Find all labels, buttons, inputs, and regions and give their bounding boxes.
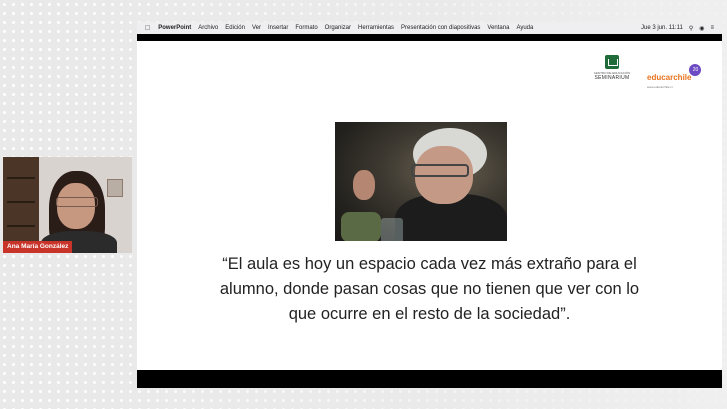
apple-icon[interactable]:  <box>145 25 150 32</box>
mac-menubar:  PowerPoint Archivo Edición Ver Inserta… <box>137 22 722 34</box>
presentation-slide: CENTRO DE EDUCACIÓN SEMINARIUM educarchi… <box>137 41 722 370</box>
slide-quote: “El aula es hoy un espacio cada vez más … <box>167 252 692 327</box>
menu-presentacion[interactable]: Presentación con diapositivas <box>401 25 480 31</box>
menu-ver[interactable]: Ver <box>252 25 261 31</box>
slide-bottom-bar <box>137 370 722 388</box>
shelf-board <box>7 177 35 179</box>
menu-organizar[interactable]: Organizar <box>325 25 351 31</box>
menu-ventana[interactable]: Ventana <box>487 25 509 31</box>
shelf-board <box>7 201 35 203</box>
slide-top-bar <box>137 34 722 41</box>
menu-ayuda[interactable]: Ayuda <box>516 25 533 31</box>
seminarium-logo-icon <box>605 55 619 69</box>
participant-video[interactable] <box>3 157 132 253</box>
participant-glasses <box>56 197 98 207</box>
photo-sleeve <box>341 212 381 241</box>
participant-name-label: Ana María González <box>3 241 73 253</box>
search-icon[interactable]: ⚲ <box>689 25 693 32</box>
menubar-datetime[interactable]: Jue 3 jun. 11:11 <box>641 25 683 31</box>
control-center-icon[interactable]: ≡ <box>710 25 714 31</box>
seminarium-logo: CENTRO DE EDUCACIÓN SEMINARIUM <box>589 55 635 81</box>
menu-herramientas[interactable]: Herramientas <box>358 25 394 31</box>
quote-line-3: que ocurre en el resto de la sociedad”. <box>288 305 571 323</box>
photo-drinking-glass <box>381 218 403 241</box>
wall-picture <box>107 179 123 197</box>
menu-app-name[interactable]: PowerPoint <box>158 25 191 31</box>
menu-insertar[interactable]: Insertar <box>268 25 288 31</box>
menu-edicion[interactable]: Edición <box>225 25 245 31</box>
photo-hand <box>353 170 375 200</box>
educarchile-url: www.educarchile.cl <box>647 85 673 89</box>
shelf-board <box>7 225 35 227</box>
educarchile-logo: educarchile20 www.educarchile.cl <box>647 64 707 89</box>
shared-screen:  PowerPoint Archivo Edición Ver Inserta… <box>137 22 722 388</box>
photo-glasses <box>411 164 469 177</box>
menu-formato[interactable]: Formato <box>295 25 317 31</box>
menubar-status-area: Jue 3 jun. 11:11 ⚲ ◉ ≡ <box>635 22 714 34</box>
video-bookshelf <box>3 157 39 253</box>
quote-line-2: alumno, donde pasan cosas que no tienen … <box>219 280 640 298</box>
siri-icon[interactable]: ◉ <box>699 25 704 32</box>
quote-line-1: “El aula es hoy un espacio cada vez más … <box>222 255 637 273</box>
speaker-photo <box>335 122 507 241</box>
educarchile-name: educarchile <box>647 73 692 82</box>
menu-archivo[interactable]: Archivo <box>198 25 218 31</box>
educarchile-anniversary-badge: 20 <box>689 64 702 76</box>
seminarium-name: SEMINARIUM <box>594 75 630 81</box>
